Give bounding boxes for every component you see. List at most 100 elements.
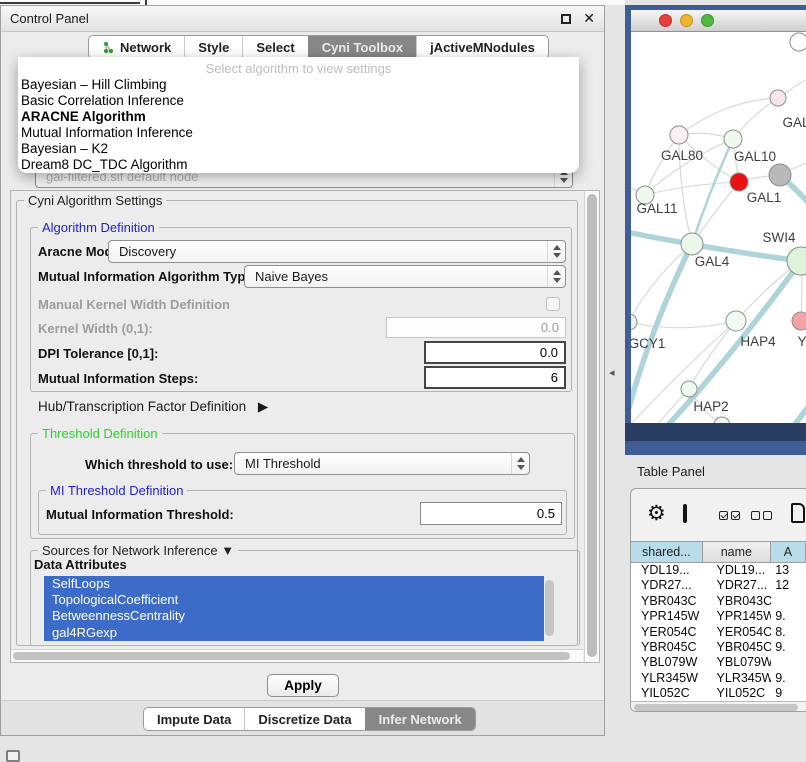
table-toolbar: ⚙ bbox=[631, 489, 806, 541]
network-edge[interactable] bbox=[766, 362, 806, 423]
column-split-icon[interactable] bbox=[683, 504, 687, 523]
hub-expander[interactable]: Hub/Transcription Factor Definition ▶ bbox=[38, 399, 268, 415]
network-node-hap4[interactable] bbox=[726, 311, 746, 331]
attribute-betweennesscentrality[interactable]: BetweennessCentrality bbox=[44, 608, 544, 624]
table-row[interactable]: YLR345WYLR345W9. bbox=[631, 671, 806, 686]
mi-type-select[interactable]: Naive Bayes bbox=[244, 265, 566, 288]
table-horizontal-scrollbar[interactable] bbox=[631, 701, 806, 712]
network-node-hap2[interactable] bbox=[681, 381, 697, 397]
attribute-gal4rgexp[interactable]: gal4RGexp bbox=[44, 625, 544, 641]
table-row[interactable]: YER054CYER054C8. bbox=[631, 625, 806, 640]
algorithm-option-bayesian-k2[interactable]: Bayesian – K2 bbox=[18, 141, 579, 157]
table-row[interactable]: YDR27...YDR27...12 bbox=[631, 578, 806, 593]
stepper-icon bbox=[511, 453, 529, 474]
gear-icon[interactable]: ⚙ bbox=[647, 503, 666, 525]
table-cell: YBR043C bbox=[631, 594, 703, 609]
scrollbar-thumb[interactable] bbox=[545, 580, 554, 636]
mac-zoom-button[interactable] bbox=[701, 14, 714, 27]
network-node-gal4[interactable] bbox=[681, 233, 703, 255]
which-threshold-select[interactable]: MI Threshold bbox=[234, 452, 530, 475]
attribute-topologicalcoefficient[interactable]: TopologicalCoefficient bbox=[44, 592, 544, 608]
scrollbar-thumb[interactable] bbox=[13, 652, 570, 660]
node-label-gal10: GAL10 bbox=[734, 149, 776, 164]
scrollbar-thumb[interactable] bbox=[634, 704, 798, 711]
group-title: Threshold Definition bbox=[38, 426, 162, 441]
algorithm-option-aracne-algorithm[interactable]: ARACNE Algorithm bbox=[18, 109, 579, 125]
network-node-gray[interactable] bbox=[769, 164, 791, 186]
network-edge[interactable] bbox=[631, 321, 736, 328]
algorithm-option-bayesian-hill-climbing[interactable]: Bayesian – Hill Climbing bbox=[18, 77, 579, 93]
close-icon[interactable]: ✕ bbox=[583, 10, 595, 27]
table-cell: YPR145W bbox=[703, 609, 772, 624]
apply-button[interactable]: Apply bbox=[267, 674, 339, 697]
tab-cyni-toolbox[interactable]: Cyni Toolbox bbox=[308, 36, 416, 58]
network-node-gal80[interactable] bbox=[670, 126, 688, 144]
attribute-selfloops[interactable]: SelfLoops bbox=[44, 576, 544, 592]
tab-label: Network bbox=[120, 40, 171, 55]
network-node-pink1[interactable] bbox=[770, 90, 786, 106]
tab-jactivemnodules[interactable]: jActiveMNodules bbox=[416, 36, 548, 58]
top-edge-remnant bbox=[0, 2, 140, 4]
group-title: Cyni Algorithm Settings bbox=[24, 193, 166, 208]
table-row[interactable]: YBR045CYBR045C9. bbox=[631, 640, 806, 655]
algorithm-option-dream8-dc-tdc-algorithm[interactable]: Dream8 DC_TDC Algorithm bbox=[18, 157, 579, 173]
network-edge[interactable] bbox=[679, 98, 778, 135]
network-edge[interactable] bbox=[645, 135, 679, 195]
expand-arrow-icon: ▶ bbox=[258, 399, 268, 414]
scrollbar-thumb[interactable] bbox=[587, 194, 597, 657]
collapsed-panel-icon[interactable] bbox=[6, 750, 20, 762]
network-node-ntop[interactable] bbox=[790, 33, 806, 51]
table-cell: YLR345W bbox=[703, 671, 772, 686]
network-node-gcy1[interactable] bbox=[631, 314, 637, 330]
table-cell: YER054C bbox=[703, 625, 772, 640]
document-icon[interactable] bbox=[791, 503, 805, 523]
float-icon[interactable] bbox=[561, 14, 571, 24]
column-header-a[interactable]: A bbox=[771, 542, 806, 562]
network-node-gal10[interactable] bbox=[724, 130, 742, 148]
table-row[interactable]: YIL052CYIL052C9 bbox=[631, 686, 806, 701]
divider-collapse-icon[interactable]: ◂ bbox=[609, 366, 615, 379]
table-row[interactable]: YDL19...YDL19...13 bbox=[631, 563, 806, 578]
table-cell: YIL052C bbox=[631, 686, 703, 701]
mac-close-button[interactable] bbox=[659, 14, 672, 27]
checked-boxes-icon[interactable] bbox=[719, 511, 740, 520]
mi-threshold-input[interactable] bbox=[420, 502, 562, 525]
tab-select[interactable]: Select bbox=[242, 36, 307, 58]
mi-steps-input[interactable] bbox=[424, 366, 566, 389]
table-row[interactable]: YBR043CYBR043C bbox=[631, 594, 806, 609]
tab-discretize-data[interactable]: Discretize Data bbox=[244, 708, 364, 730]
tab-network[interactable]: Network bbox=[89, 36, 184, 58]
unchecked-boxes-icon[interactable] bbox=[751, 511, 772, 520]
algorithm-option-mutual-information-inference[interactable]: Mutual Information Inference bbox=[18, 125, 579, 141]
tab-infer-network[interactable]: Infer Network bbox=[365, 708, 475, 730]
settings-horizontal-scrollbar[interactable] bbox=[11, 649, 583, 662]
data-attributes-label: Data Attributes bbox=[34, 557, 127, 572]
network-edge[interactable] bbox=[692, 182, 739, 244]
popup-placeholder: Select algorithm to view settings bbox=[18, 60, 579, 77]
algorithm-option-basic-correlation-inference[interactable]: Basic Correlation Inference bbox=[18, 93, 579, 109]
attributes-scrollbar[interactable] bbox=[544, 578, 556, 644]
network-canvas[interactable]: GALGAL80GAL10GAL1GAL11SWI4GAL4GCY1HAP4YH… bbox=[631, 32, 806, 423]
network-node-salmon[interactable] bbox=[792, 312, 806, 330]
settings-vertical-scrollbar[interactable] bbox=[584, 191, 599, 662]
tab-impute-data[interactable]: Impute Data bbox=[144, 708, 244, 730]
table-cell: YBL079W bbox=[703, 655, 772, 670]
collapse-arrow-icon[interactable]: ▼ bbox=[221, 543, 234, 558]
mac-minimize-button[interactable] bbox=[680, 14, 693, 27]
which-threshold-label: Which threshold to use: bbox=[85, 457, 233, 472]
kernel-width-input[interactable] bbox=[386, 317, 566, 338]
table-row[interactable]: YPR145WYPR145W9. bbox=[631, 609, 806, 624]
dpi-tolerance-input[interactable] bbox=[424, 341, 566, 364]
network-edge[interactable] bbox=[645, 182, 739, 195]
column-header-name[interactable]: name bbox=[703, 542, 771, 562]
manual-kernel-checkbox[interactable] bbox=[546, 297, 560, 311]
network-node-swi4[interactable] bbox=[787, 247, 806, 275]
bottom-tabbar: Impute DataDiscretize DataInfer Network bbox=[143, 707, 476, 731]
tab-style[interactable]: Style bbox=[184, 36, 242, 58]
network-node-red[interactable] bbox=[730, 173, 748, 191]
table-row[interactable]: YBL079WYBL079W bbox=[631, 655, 806, 670]
aracne-mode-select[interactable]: Discovery bbox=[108, 240, 566, 263]
table-cell: 9. bbox=[771, 609, 806, 624]
column-header-shared[interactable]: shared... bbox=[631, 542, 703, 562]
table-cell: 8. bbox=[771, 625, 806, 640]
